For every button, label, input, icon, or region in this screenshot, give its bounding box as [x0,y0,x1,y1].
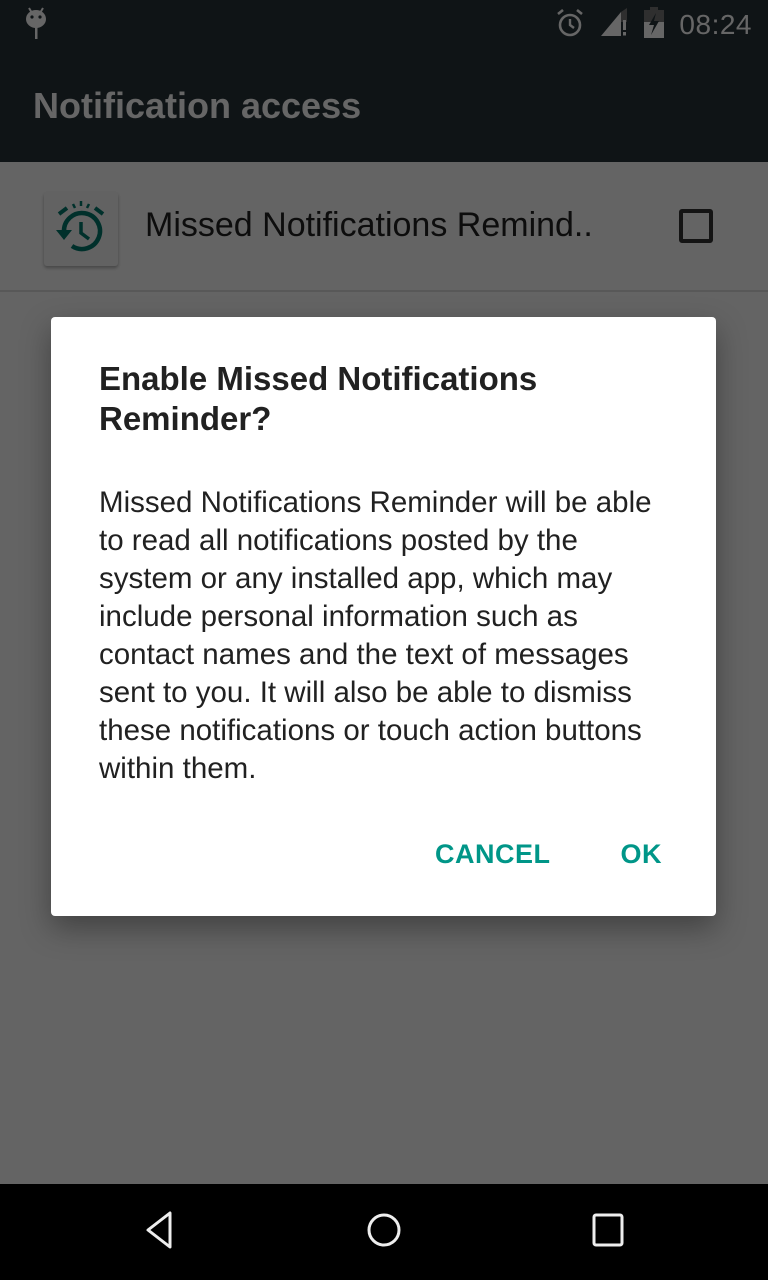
cancel-button[interactable]: CANCEL [427,827,559,882]
ok-button[interactable]: OK [613,827,671,882]
home-button[interactable] [352,1204,416,1260]
dialog-actions: CANCEL OK [427,817,716,891]
back-icon [140,1210,180,1255]
recents-icon [588,1210,628,1255]
recents-button[interactable] [576,1204,640,1260]
dialog-message: Missed Notifications Reminder will be ab… [99,486,652,785]
back-button[interactable] [128,1204,192,1260]
permission-dialog: Enable Missed Notifications Reminder? Mi… [51,317,716,916]
home-icon [364,1210,404,1255]
navigation-bar [0,1184,768,1280]
dialog-title: Enable Missed Notifications Reminder? [99,360,538,437]
